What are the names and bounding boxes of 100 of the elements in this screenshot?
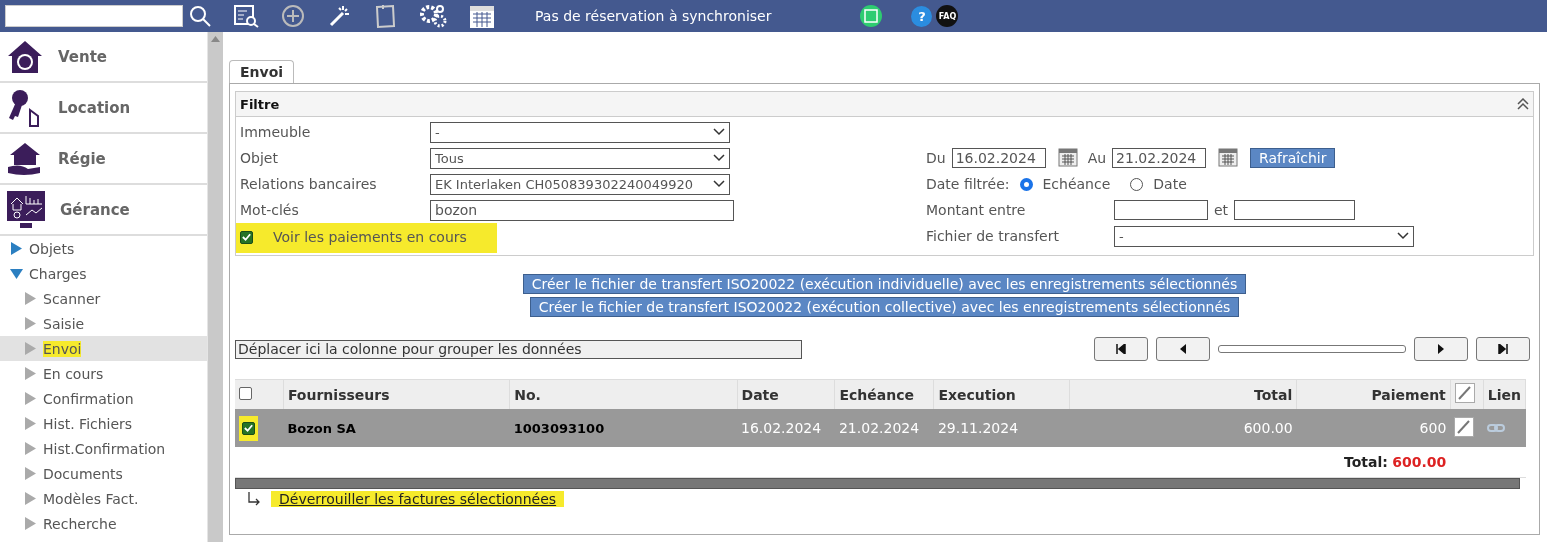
field-label: Fichier de transfert <box>926 228 1060 244</box>
help-button[interactable]: ? <box>911 5 933 27</box>
collapse-icon[interactable] <box>1517 98 1529 110</box>
collapsed-triangle-icon[interactable] <box>10 242 23 255</box>
chevron-down-icon <box>713 128 725 136</box>
filter-title: Filtre <box>240 96 280 112</box>
magic-wand-icon[interactable] <box>327 4 351 28</box>
field-label: Au <box>1087 150 1107 166</box>
collapsed-triangle-icon[interactable] <box>24 292 37 305</box>
table-cell: 600.00 <box>1243 420 1293 436</box>
field-label: Date filtrée: <box>926 176 1010 192</box>
amount-field[interactable] <box>1234 200 1356 220</box>
table-cell: 16.02.2024 <box>741 420 822 436</box>
column-header[interactable]: Total <box>1253 386 1293 403</box>
last-page-icon <box>1498 344 1508 354</box>
collapsed-triangle-icon[interactable] <box>24 392 37 405</box>
fullscreen-icon[interactable] <box>859 4 884 28</box>
settings-icon[interactable] <box>419 4 447 28</box>
module-item[interactable]: Régie <box>0 134 207 185</box>
last-page-button[interactable] <box>1476 337 1530 361</box>
create-file-button[interactable]: Créer le fichier de transfert ISO20022 (exécution collective) avec les enregistrements sélectionnés <box>529 297 1240 317</box>
refresh-button[interactable]: Rafraîchir <box>1250 148 1336 168</box>
module-item[interactable]: Vente <box>0 32 207 83</box>
checkbox[interactable] <box>239 386 252 400</box>
field-label: Montant entre <box>926 202 1027 218</box>
amount-field[interactable] <box>1114 200 1208 220</box>
tree-item[interactable]: Documents <box>0 461 207 486</box>
calendar-icon[interactable] <box>1218 146 1239 167</box>
pager-scrollbar[interactable] <box>1218 345 1406 353</box>
table-cell: Bozon SA <box>287 420 356 436</box>
checkbox-label: Voir les paiements en cours <box>273 229 467 245</box>
add-icon[interactable] <box>281 4 305 28</box>
select-field[interactable]: - <box>1114 225 1414 247</box>
tree-item[interactable]: Objets <box>0 236 207 261</box>
total-label: Total: <box>1343 454 1388 470</box>
create-file-button[interactable]: Créer le fichier de transfert ISO20022 (exécution individuelle) avec les enregistrements sélectionnés <box>522 274 1247 294</box>
unlock-invoices-link[interactable]: Déverrouiller les factures sélectionnées <box>271 485 565 513</box>
collapsed-triangle-icon[interactable] <box>24 367 37 380</box>
sync-status-text: Pas de réservation à synchroniser <box>535 8 772 24</box>
first-page-icon <box>1116 344 1126 354</box>
keyword-field[interactable]: bozon <box>430 199 734 221</box>
radio-label: Echéance <box>1042 176 1111 192</box>
document-search-icon[interactable] <box>233 4 259 28</box>
tree-item[interactable]: Modèles Fact. <box>0 486 207 511</box>
chevron-down-icon <box>1397 232 1409 240</box>
select-field[interactable]: Tous <box>430 147 730 169</box>
next-page-button[interactable] <box>1414 337 1468 361</box>
radio-label: Date <box>1153 176 1187 192</box>
tree-item[interactable]: Hist.Confirmation <box>0 436 207 461</box>
first-page-button[interactable] <box>1094 337 1148 361</box>
pencil-icon[interactable] <box>1454 416 1475 437</box>
next-icon <box>1437 344 1445 354</box>
collapsed-triangle-icon[interactable] <box>24 417 37 430</box>
table-cell: 600 <box>1419 420 1447 436</box>
table-cell: 29.11.2024 <box>937 420 1019 436</box>
collapsed-triangle-icon[interactable] <box>24 492 37 505</box>
tree-item[interactable]: En cours <box>0 361 207 386</box>
tree-item[interactable]: Scanner <box>0 286 207 311</box>
collapsed-triangle-icon[interactable] <box>24 442 37 455</box>
calendar-icon[interactable] <box>1057 146 1078 167</box>
tree-item[interactable]: Saisie <box>0 311 207 336</box>
date-field[interactable]: 16.02.2024 <box>951 148 1046 168</box>
tree-item[interactable]: Confirmation <box>0 386 207 411</box>
collapsed-triangle-icon[interactable] <box>24 317 37 330</box>
total-value: 600.00 <box>1392 454 1447 470</box>
field-label: Du <box>926 150 946 166</box>
tree-item[interactable]: Charges <box>0 261 207 286</box>
previous-page-button[interactable] <box>1156 337 1210 361</box>
faq-button[interactable]: FAQ <box>936 5 959 27</box>
search-field[interactable] <box>5 5 183 27</box>
table-cell: 21.02.2024 <box>838 420 920 436</box>
tree-item[interactable]: Recherche <box>0 511 207 536</box>
radio-button[interactable] <box>1019 177 1033 191</box>
search-icon[interactable] <box>189 5 211 27</box>
column-header[interactable]: No. <box>514 386 541 403</box>
select-field[interactable]: EK Interlaken CH050839302240049920 <box>430 173 730 195</box>
date-field[interactable]: 21.02.2024 <box>1112 148 1207 168</box>
collapsed-triangle-icon[interactable] <box>24 517 37 530</box>
collapsed-triangle-icon[interactable] <box>24 467 37 480</box>
checkbox[interactable] <box>240 230 253 244</box>
field-label: Immeuble <box>240 124 312 140</box>
chevron-down-icon <box>713 180 725 188</box>
calendar-icon[interactable] <box>469 3 495 29</box>
tree-item[interactable]: Hist. Fichiers <box>0 411 207 436</box>
scrollbar[interactable] <box>207 32 223 542</box>
select-field[interactable]: - <box>430 121 730 143</box>
corner-arrow-icon <box>247 492 261 506</box>
module-item[interactable]: Gérance <box>0 185 207 236</box>
tree-item[interactable]: Envoi <box>0 336 207 361</box>
horizontal-scrollbar[interactable] <box>235 478 1520 489</box>
tab[interactable]: Envoi <box>229 60 295 83</box>
pencil-icon[interactable] <box>1454 383 1475 403</box>
expanded-triangle-icon[interactable] <box>10 267 23 280</box>
note-icon[interactable] <box>373 3 397 29</box>
checkbox[interactable] <box>242 421 255 435</box>
dashboard-icon <box>6 189 46 230</box>
group-drop-area[interactable]: Déplacer ici la colonne pour grouper les données <box>235 339 802 359</box>
radio-button[interactable] <box>1130 177 1144 191</box>
field-label: Mot-clés <box>240 202 300 218</box>
table-cell: 1003093100 <box>513 420 605 436</box>
